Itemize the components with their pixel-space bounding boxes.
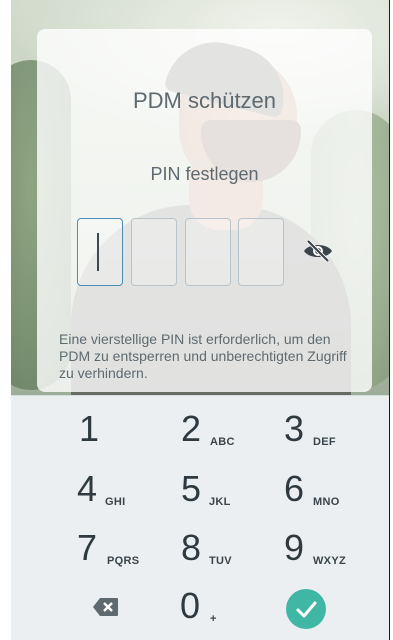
confirm-key[interactable] <box>249 583 359 635</box>
dialog-title: PDM schützen <box>132 88 277 113</box>
pin-digit-1[interactable] <box>77 218 123 286</box>
key-2[interactable]: 2 ABC <box>145 406 255 458</box>
pin-dialog: PDM schützen PIN festlegen Eine vierstel… <box>37 29 372 392</box>
key-6[interactable]: 6 MNO <box>249 466 359 518</box>
key-0[interactable]: 0 + <box>145 583 255 635</box>
key-9-digit: 9 <box>284 527 305 568</box>
key-0-letters: + <box>210 613 217 625</box>
pin-digit-3[interactable] <box>185 218 231 286</box>
check-icon <box>296 601 317 618</box>
key-6-letters: MNO <box>313 496 340 508</box>
key-5[interactable]: 5 JKL <box>145 466 255 518</box>
confirm-button[interactable] <box>286 589 326 629</box>
key-3[interactable]: 3 DEF <box>249 406 359 458</box>
key-4-letters: GHI <box>105 496 126 508</box>
key-2-digit: 2 <box>181 408 202 449</box>
key-7-letters: PQRS <box>107 555 140 567</box>
key-6-digit: 6 <box>284 468 305 509</box>
dialog-description: Eine vierstellige PIN ist erforderlich, … <box>59 331 347 381</box>
key-3-letters: DEF <box>313 436 336 448</box>
key-4-digit: 4 <box>77 468 98 509</box>
key-8-letters: TUV <box>209 555 232 567</box>
key-9[interactable]: 9 WXYZ <box>249 525 359 577</box>
numeric-keypad: 1 2 ABC 3 DEF 4 GHI 5 JKL 6 MNO 7 PQRS 8… <box>11 395 389 640</box>
right-edge <box>389 0 393 640</box>
key-5-digit: 5 <box>181 468 202 509</box>
key-7-digit: 7 <box>77 527 98 568</box>
key-7[interactable]: 7 PQRS <box>41 525 151 577</box>
key-0-digit: 0 <box>180 585 201 626</box>
pin-digit-4[interactable] <box>238 218 284 286</box>
backspace-key[interactable] <box>41 583 151 635</box>
pin-digit-2[interactable] <box>131 218 177 286</box>
key-8-digit: 8 <box>181 527 202 568</box>
key-5-letters: JKL <box>209 496 231 508</box>
eye-off-icon[interactable] <box>302 239 334 263</box>
key-1[interactable]: 1 <box>41 406 151 458</box>
left-edge <box>0 0 11 640</box>
backspace-icon <box>93 598 118 616</box>
key-8[interactable]: 8 TUV <box>145 525 255 577</box>
key-4[interactable]: 4 GHI <box>41 466 151 518</box>
dialog-subtitle: PIN festlegen <box>150 164 259 184</box>
key-1-digit: 1 <box>79 408 100 449</box>
key-9-letters: WXYZ <box>313 555 346 567</box>
text-cursor <box>97 233 99 271</box>
screen: PDM schützen PIN festlegen Eine vierstel… <box>0 0 393 640</box>
key-2-letters: ABC <box>210 436 235 448</box>
key-3-digit: 3 <box>284 408 305 449</box>
